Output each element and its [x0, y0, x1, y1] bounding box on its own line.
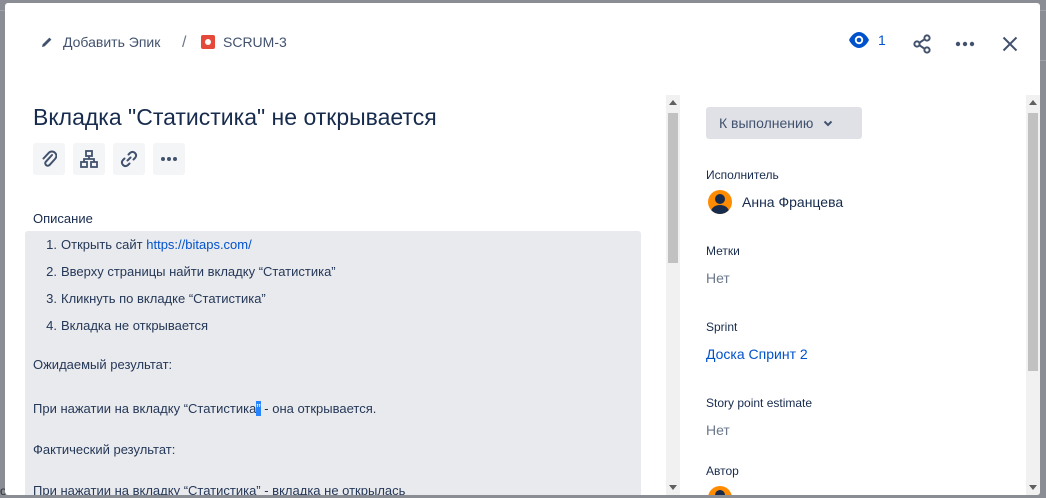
add-epic-label: Добавить Эпик [63, 34, 161, 50]
close-button[interactable] [996, 31, 1024, 57]
issue-key: SCRUM-3 [223, 34, 287, 50]
actual-label: Фактический результат: [33, 442, 176, 457]
attach-icon [42, 150, 57, 167]
modal-header: Добавить Эпик / SCRUM-3 1 [5, 3, 1040, 83]
share-button[interactable] [908, 31, 936, 57]
list-item: 2. Вверху страницы найти вкладку “Статист… [46, 264, 336, 279]
watch-button[interactable]: 1 [848, 31, 886, 49]
sidebar-scrollbar[interactable] [1026, 95, 1040, 495]
link-issue-button[interactable] [113, 143, 145, 175]
description-label: Описание [33, 211, 93, 226]
assignee-name[interactable]: Анна Францева [742, 194, 843, 210]
attach-button[interactable] [33, 143, 65, 175]
reporter-label: Автор [706, 464, 739, 478]
scroll-up-icon[interactable] [1029, 100, 1037, 105]
labels-value[interactable]: Нет [706, 270, 730, 286]
avatar[interactable] [708, 486, 732, 495]
steps-list: 1. Открыть сайт https://bitaps.com/ 2. Вве… [37, 231, 336, 339]
issue-toolbar [33, 143, 185, 175]
watch-count: 1 [878, 32, 886, 48]
issue-key-link[interactable]: SCRUM-3 [201, 34, 287, 50]
add-epic-link[interactable]: Добавить Эпик [41, 34, 160, 50]
more-icon [955, 41, 975, 47]
bitaps-link[interactable]: https://bitaps.com/ [146, 237, 252, 252]
labels-label: Метки [706, 244, 740, 258]
story-points-value[interactable]: Нет [706, 422, 730, 438]
issue-sidebar: К выполнению Исполнитель Анна Францева М… [695, 95, 1025, 495]
scroll-up-icon[interactable] [669, 100, 677, 105]
actual-result: При нажатии на вкладку “Статистика” - вк… [33, 483, 406, 495]
share-icon [913, 34, 931, 54]
link-icon [120, 150, 138, 168]
child-issues-button[interactable] [73, 143, 105, 175]
issue-title[interactable]: Вкладка "Статистика" не открывается [33, 104, 437, 131]
bug-icon [201, 35, 215, 49]
more-toolbar-button[interactable] [153, 143, 185, 175]
expected-result: При нажатии на вкладку “Статистика” - он… [33, 401, 377, 416]
description-editor[interactable]: 1. Открыть сайт https://bitaps.com/ 2. Вве… [25, 231, 641, 495]
scroll-down-icon[interactable] [669, 485, 677, 490]
issue-modal: Добавить Эпик / SCRUM-3 1 Вкладка "Стати… [5, 3, 1040, 495]
scroll-thumb[interactable] [668, 113, 678, 263]
eye-icon [849, 32, 869, 48]
assignee-label: Исполнитель [706, 168, 779, 182]
close-icon [1002, 36, 1018, 52]
story-points-label: Story point estimate [706, 396, 813, 410]
backdrop-divider [1040, 60, 1046, 61]
list-item: 3. Кликнуть по вкладке “Статистика” [46, 291, 266, 306]
status-label: К выполнению [719, 115, 814, 131]
expected-label: Ожидаемый результат: [33, 357, 173, 372]
chevron-down-icon [824, 120, 833, 126]
list-item: 4. Вкладка не открывается [46, 318, 209, 333]
child-issues-icon [80, 150, 98, 168]
pencil-icon [42, 37, 52, 47]
list-item: 1. Открыть сайт https://bitaps.com/ [46, 237, 252, 252]
sprint-label: Sprint [706, 320, 738, 334]
breadcrumb-separator: / [182, 34, 187, 51]
more-icon [161, 157, 177, 161]
sprint-link[interactable]: Доска Спринт 2 [706, 346, 808, 362]
main-scrollbar[interactable] [666, 95, 680, 495]
scroll-down-icon[interactable] [1029, 485, 1037, 490]
avatar[interactable] [708, 190, 732, 214]
issue-main-panel: Вкладка "Статистика" не открывается Опис… [25, 95, 665, 495]
scroll-thumb[interactable] [1028, 113, 1038, 371]
more-actions-button[interactable] [951, 31, 979, 57]
status-dropdown[interactable]: К выполнению [706, 107, 862, 139]
